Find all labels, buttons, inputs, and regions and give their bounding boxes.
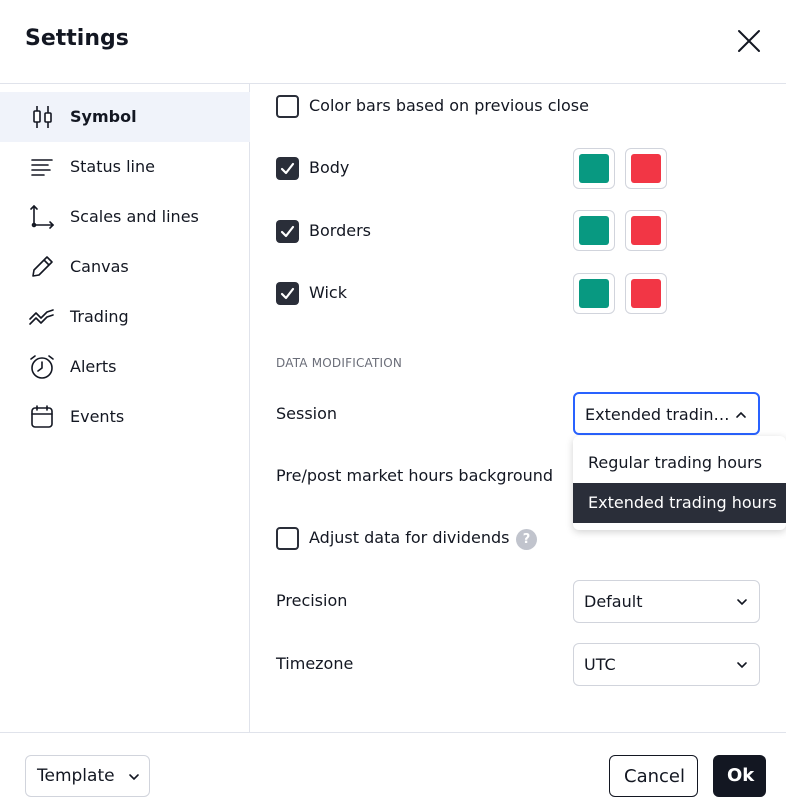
- cancel-button[interactable]: Cancel: [609, 755, 698, 797]
- color-bars-label: Color bars based on previous close: [309, 96, 589, 115]
- precision-select[interactable]: Default: [573, 580, 760, 623]
- sidebar-item-label: Events: [70, 407, 125, 426]
- body-checkbox[interactable]: [276, 157, 299, 180]
- candlestick-icon: [33, 106, 52, 128]
- checkmark-icon: [280, 162, 295, 175]
- session-option-label: Extended trading hours: [588, 493, 777, 512]
- sidebar-item-label: Trading: [70, 307, 129, 326]
- checkmark-icon: [280, 287, 295, 300]
- scales-icon: [30, 204, 55, 229]
- body-up-color-swatch[interactable]: [573, 148, 615, 189]
- sidebar-item-events[interactable]: Events: [0, 392, 250, 442]
- sidebar-item-label: Symbol: [70, 107, 137, 126]
- borders-label: Borders: [309, 221, 371, 240]
- wick-down-color-swatch[interactable]: [625, 273, 667, 314]
- sidebar-item-alerts[interactable]: Alerts: [0, 342, 250, 392]
- sidebar-item-label: Alerts: [70, 357, 117, 376]
- dialog-footer: Template Cancel Ok: [0, 732, 786, 811]
- wick-checkbox[interactable]: [276, 282, 299, 305]
- body-down-color-swatch[interactable]: [625, 148, 667, 189]
- chevron-up-icon: [736, 411, 746, 418]
- alarm-clock-icon: [30, 355, 54, 379]
- ok-button[interactable]: Ok: [713, 755, 766, 797]
- help-icon[interactable]: ?: [516, 529, 537, 550]
- session-dropdown-menu: Regular trading hours Extended trading h…: [573, 436, 786, 530]
- sidebar-item-symbol[interactable]: Symbol: [0, 92, 250, 142]
- session-select[interactable]: Extended tradin…: [573, 392, 760, 435]
- session-option-regular[interactable]: Regular trading hours: [573, 443, 786, 483]
- sidebar-item-label: Scales and lines: [70, 207, 199, 226]
- template-button[interactable]: Template: [25, 755, 150, 797]
- close-icon: [738, 30, 760, 52]
- sidebar-item-label: Canvas: [70, 257, 129, 276]
- chevron-down-icon: [737, 599, 747, 606]
- borders-up-color-swatch[interactable]: [573, 210, 615, 251]
- template-label: Template: [37, 766, 115, 786]
- color-bars-checkbox[interactable]: [276, 95, 299, 118]
- dividends-label: Adjust data for dividends: [309, 528, 510, 547]
- data-modification-title: DATA MODIFICATION: [276, 356, 403, 370]
- wick-up-color-swatch[interactable]: [573, 273, 615, 314]
- sidebar-item-scales-and-lines[interactable]: Scales and lines: [0, 192, 250, 242]
- pencil-icon: [32, 256, 53, 277]
- checkmark-icon: [280, 225, 295, 238]
- trading-icon: [29, 309, 54, 325]
- pre-post-market-label: Pre/post market hours background: [276, 466, 554, 485]
- borders-down-color-swatch[interactable]: [625, 210, 667, 251]
- borders-checkbox[interactable]: [276, 220, 299, 243]
- status-line-icon: [31, 159, 53, 176]
- dividends-checkbox[interactable]: [276, 527, 299, 550]
- session-label: Session: [276, 404, 338, 423]
- sidebar-item-status-line[interactable]: Status line: [0, 142, 250, 192]
- cancel-label: Cancel: [624, 766, 685, 787]
- dialog-title: Settings: [25, 26, 129, 51]
- dialog-header: Settings: [0, 0, 786, 84]
- close-button[interactable]: [732, 24, 766, 58]
- chevron-down-icon: [129, 774, 139, 781]
- timezone-select-value: UTC: [584, 655, 616, 674]
- precision-label: Precision: [276, 591, 348, 610]
- precision-select-value: Default: [584, 592, 643, 611]
- body-label: Body: [309, 158, 350, 177]
- session-select-value: Extended tradin…: [585, 405, 730, 424]
- sidebar-item-canvas[interactable]: Canvas: [0, 242, 250, 292]
- calendar-icon: [31, 405, 53, 428]
- sidebar-item-trading[interactable]: Trading: [0, 292, 250, 342]
- sidebar-item-label: Status line: [70, 157, 155, 176]
- chevron-down-icon: [737, 662, 747, 669]
- timezone-select[interactable]: UTC: [573, 643, 760, 686]
- wick-label: Wick: [309, 283, 347, 302]
- ok-label: Ok: [727, 765, 755, 786]
- session-option-label: Regular trading hours: [588, 453, 763, 472]
- timezone-label: Timezone: [276, 654, 354, 673]
- session-option-extended[interactable]: Extended trading hours: [573, 483, 786, 523]
- settings-sidebar: Symbol Status line Scales and lines Canv…: [0, 84, 250, 732]
